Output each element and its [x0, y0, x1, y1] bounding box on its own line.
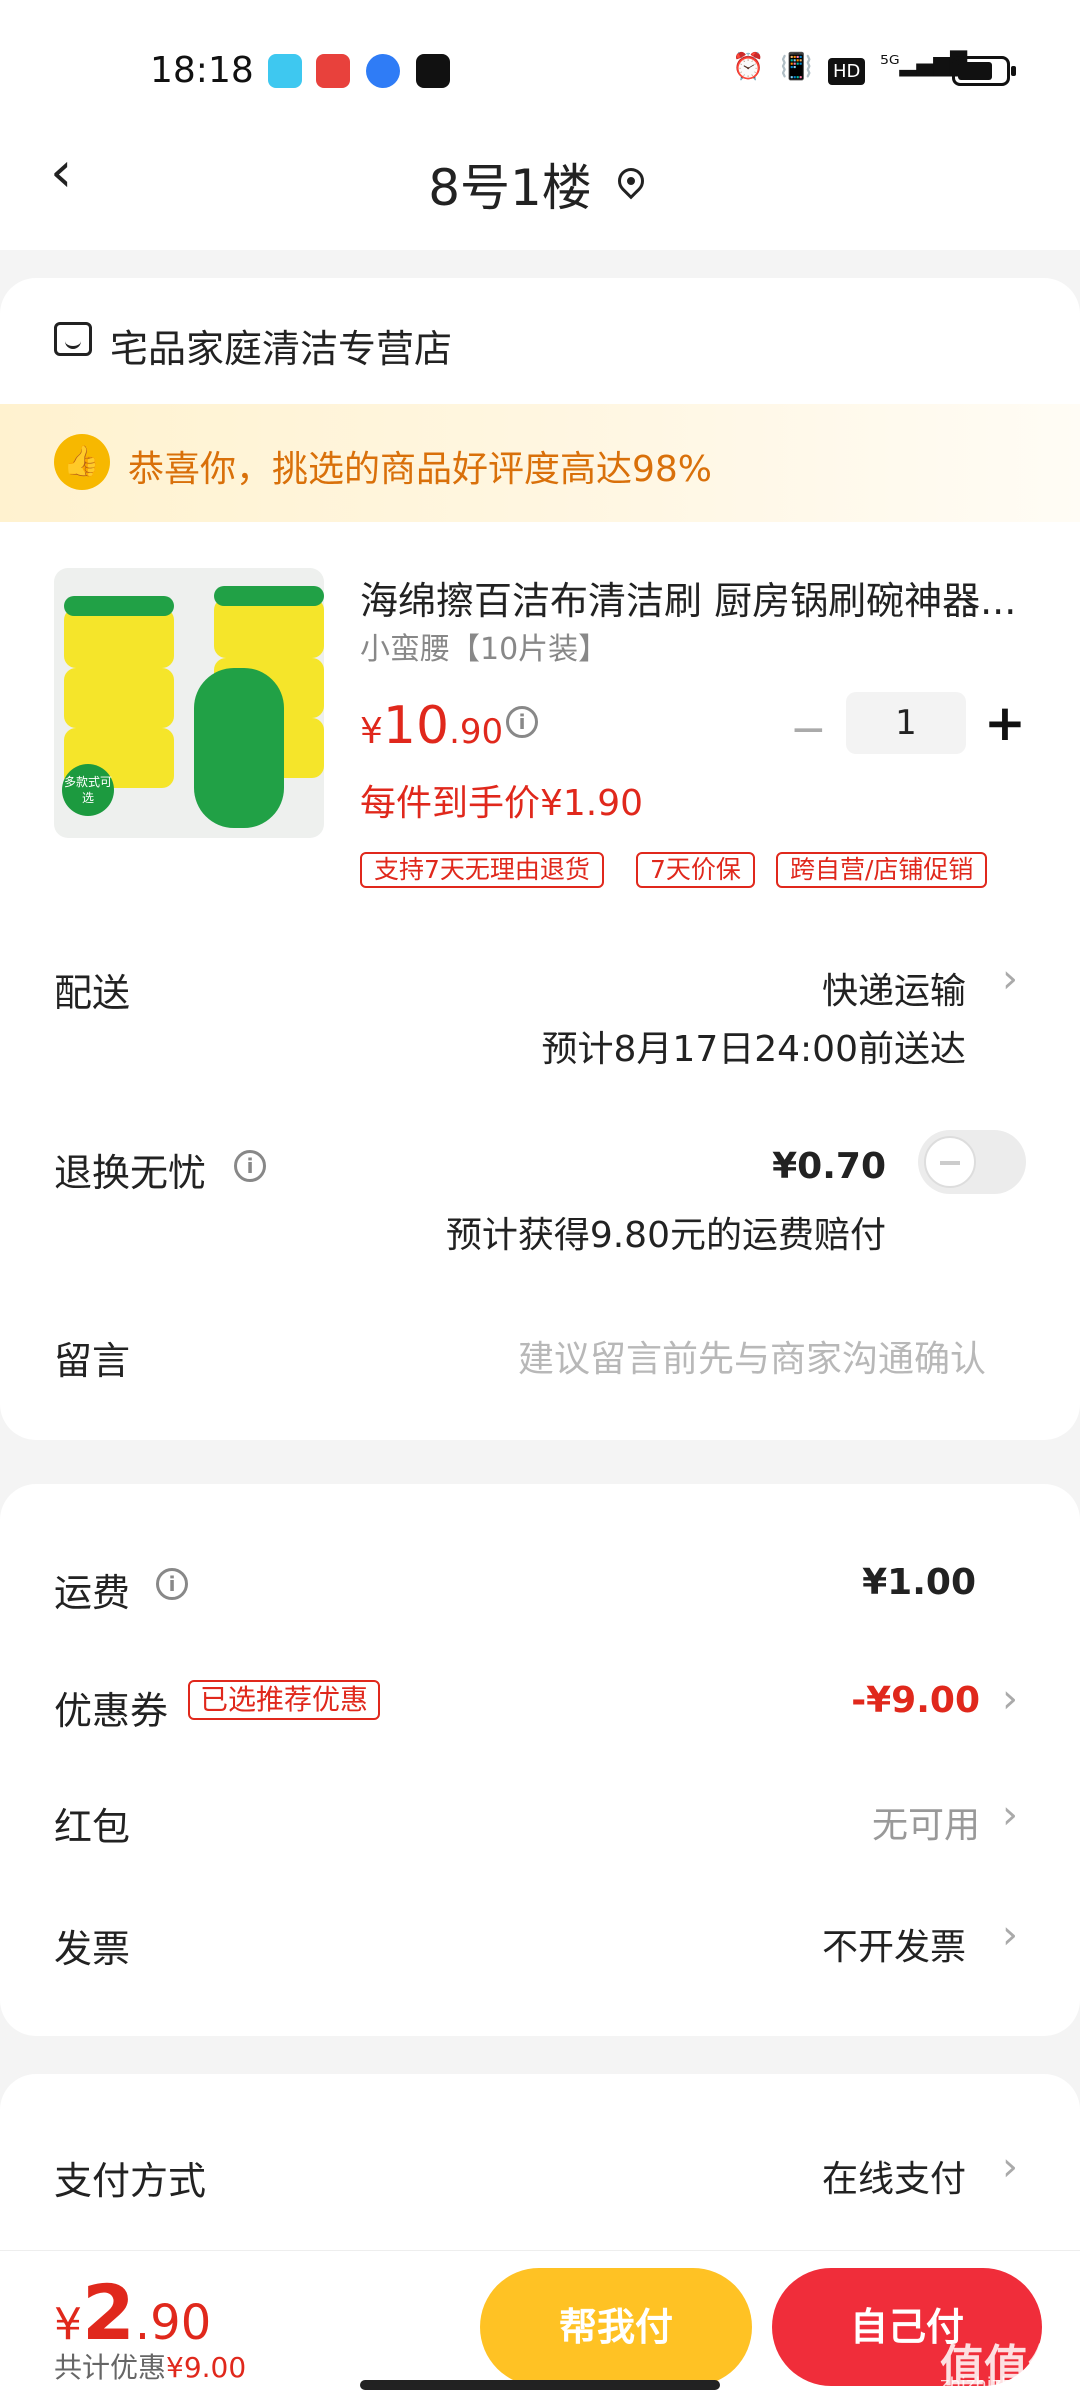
return-insurance-desc: 预计获得9.80元的运费赔付 [445, 1215, 886, 1256]
alarm-icon: ⏰ [732, 52, 765, 82]
coupon-label: 优惠券 [54, 1689, 169, 1733]
total-price: ¥2.90 [54, 2268, 212, 2357]
app-notification-icon [316, 54, 350, 88]
battery-icon [952, 56, 1016, 86]
app-notification-icon [268, 54, 302, 88]
shipping-fee-value: ¥1.00 [862, 1562, 976, 1603]
price-info-icon[interactable]: i [506, 706, 538, 738]
product-title[interactable]: 海绵擦百洁布清洁刷 厨房锅刷碗神器... [360, 570, 1028, 625]
message-input[interactable]: 建议留言前先与商家沟通确认 [518, 1330, 986, 1382]
delivery-method[interactable]: 快递运输 [822, 962, 966, 1014]
message-label: 留言 [54, 1339, 131, 1383]
product-spec[interactable]: 小蛮腰【10片装】 [360, 624, 608, 668]
hd-icon: HD [828, 58, 866, 85]
quantity-increase-button[interactable]: + [984, 694, 1026, 752]
quantity-input[interactable]: 1 [846, 692, 966, 754]
unit-price: 每件到手价¥1.90 [360, 783, 644, 824]
app-notification-icon [366, 54, 400, 88]
watermark-sub: zhizhizhi.com [940, 2374, 1062, 2395]
return-insurance-info-icon[interactable]: i [234, 1150, 266, 1182]
vibrate-icon: 📳 [780, 52, 813, 82]
return-insurance-price: ¥0.70 [772, 1146, 886, 1187]
chevron-right-icon[interactable]: › [1002, 1912, 1018, 1958]
delivery-eta: 预计8月17日24:00前送达 [541, 1029, 966, 1070]
shop-icon [54, 322, 92, 356]
total-savings: 共计优惠¥9.00 [54, 2351, 247, 2384]
return-insurance-toggle[interactable] [918, 1130, 1026, 1194]
thumbs-up-icon: 👍 [54, 434, 110, 490]
service-tag: 7天价保 [636, 852, 755, 888]
service-tag: 跨自营/店铺促销 [776, 852, 988, 888]
payment-method-value[interactable]: 在线支付 [822, 2150, 966, 2202]
status-time: 18:18 [150, 50, 254, 91]
payment-method-label: 支付方式 [54, 2159, 207, 2203]
invoice-label: 发票 [54, 1927, 131, 1971]
address-text[interactable]: 8号1楼 [428, 159, 592, 217]
rating-banner-text: 恭喜你，挑选的商品好评度高达98% [128, 449, 713, 490]
chevron-right-icon[interactable]: › [1002, 1792, 1018, 1838]
coupon-recommended-tag: 已选推荐优惠 [188, 1680, 381, 1720]
product-image[interactable]: 多款式可选 [54, 568, 324, 838]
chevron-right-icon[interactable]: › [1002, 956, 1018, 1002]
product-image-badge: 多款式可选 [62, 764, 114, 816]
shipping-fee-label: 运费 [54, 1571, 131, 1615]
app-notification-icon [416, 54, 450, 88]
delivery-label: 配送 [54, 971, 131, 1015]
quantity-decrease-button[interactable]: − [790, 704, 827, 755]
red-packet-value[interactable]: 无可用 [872, 1796, 980, 1848]
product-price: ¥10.90 [360, 696, 504, 756]
invoice-value[interactable]: 不开发票 [822, 1918, 966, 1970]
coupon-value[interactable]: -¥9.00 [851, 1680, 980, 1721]
service-tag: 支持7天无理由退货 [360, 852, 604, 888]
shipping-fee-info-icon[interactable]: i [156, 1568, 188, 1600]
return-insurance-label: 退换无忧 [54, 1151, 207, 1195]
chevron-right-icon[interactable]: › [1002, 1676, 1018, 1722]
home-indicator[interactable] [360, 2380, 720, 2390]
red-packet-label: 红包 [54, 1805, 131, 1849]
chevron-right-icon[interactable]: › [1002, 2144, 1018, 2190]
help-pay-button[interactable]: 帮我付 [480, 2268, 752, 2386]
delivery-address[interactable]: 8号1楼 [0, 148, 1080, 220]
shop-name[interactable]: 宅品家庭清洁专营店 [110, 318, 452, 373]
